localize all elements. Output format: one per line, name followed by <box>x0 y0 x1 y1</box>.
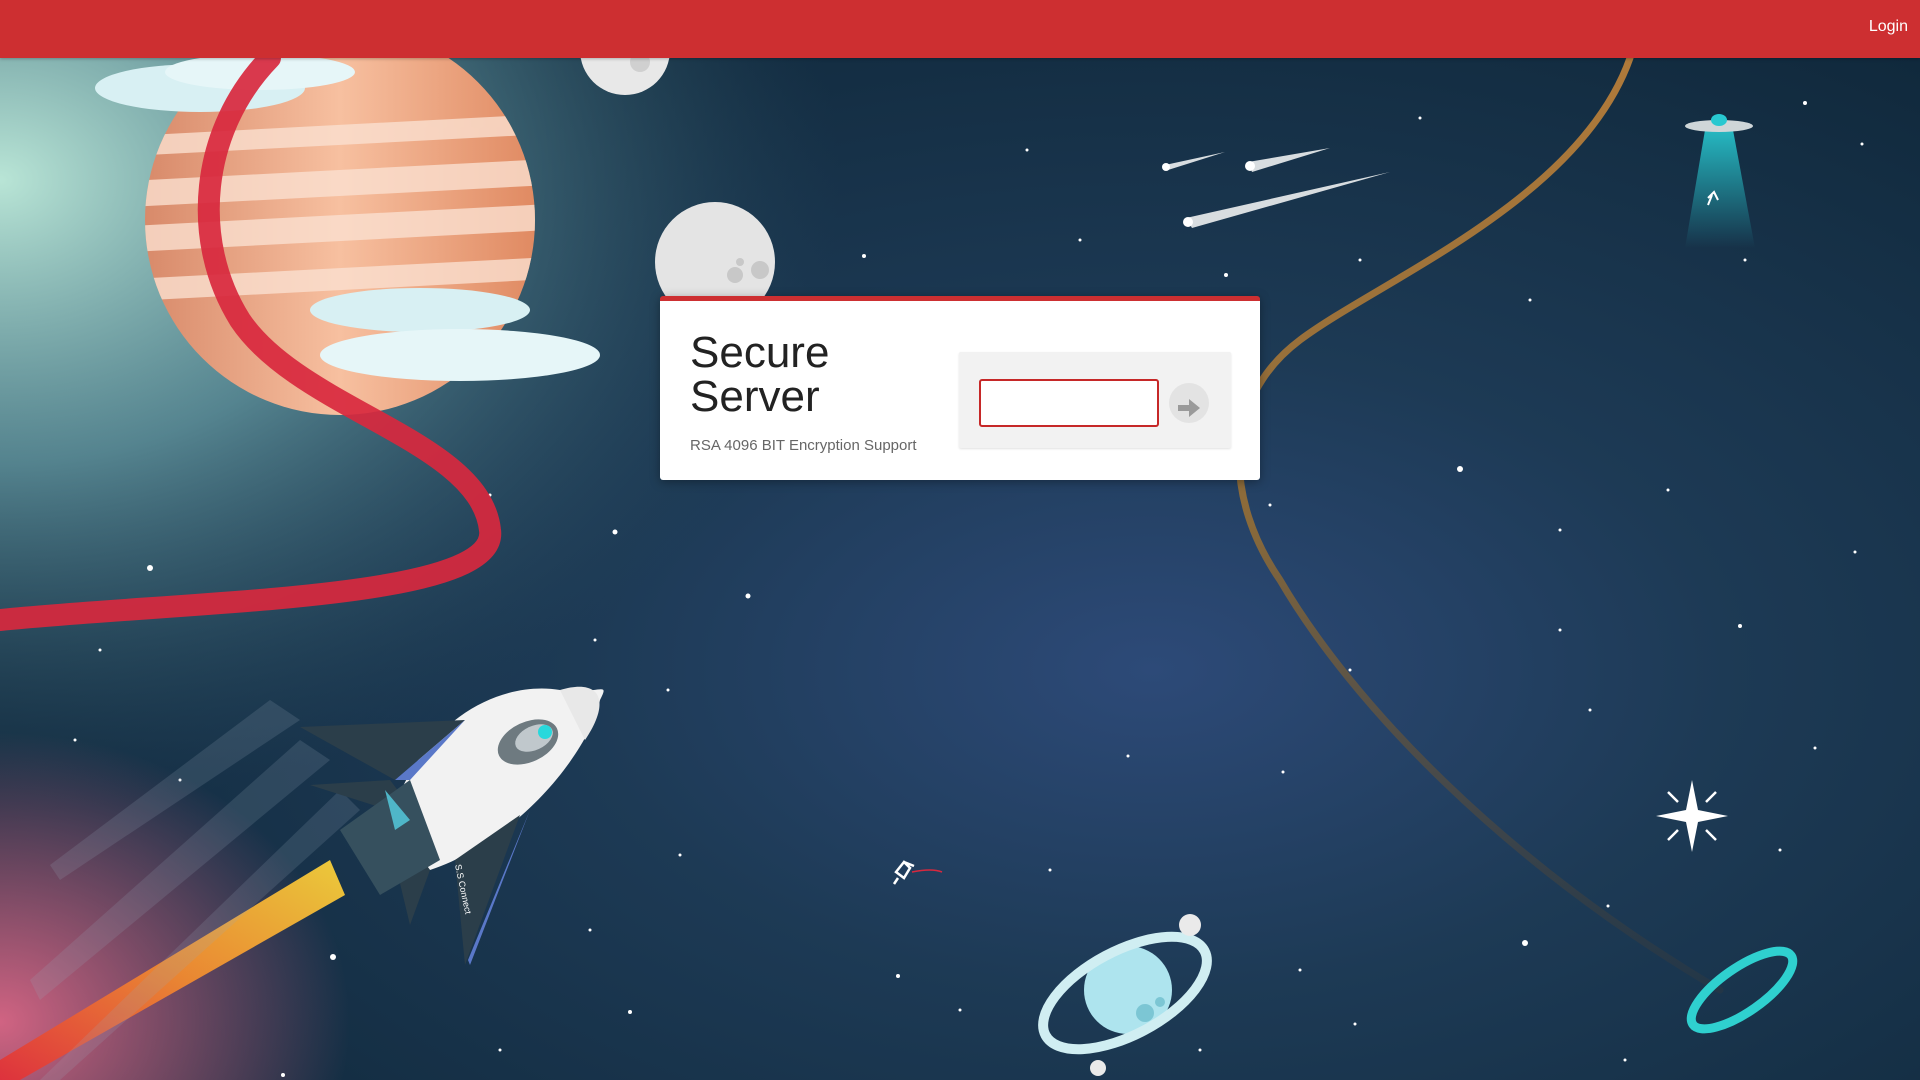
card-title: Secure Server <box>690 328 830 421</box>
card-subtitle: RSA 4096 BIT Encryption Support <box>690 437 917 454</box>
login-link[interactable]: Login <box>1869 18 1908 36</box>
password-input[interactable] <box>979 379 1159 427</box>
arrow-right-icon <box>1178 399 1200 417</box>
secure-server-card: Secure Server RSA 4096 BIT Encryption Su… <box>660 296 1260 480</box>
space-background-illustration: S.S Connect <box>0 0 1920 1080</box>
top-navigation-bar: Login <box>0 0 1920 58</box>
login-form-panel <box>959 352 1231 448</box>
submit-button[interactable] <box>1169 383 1209 423</box>
